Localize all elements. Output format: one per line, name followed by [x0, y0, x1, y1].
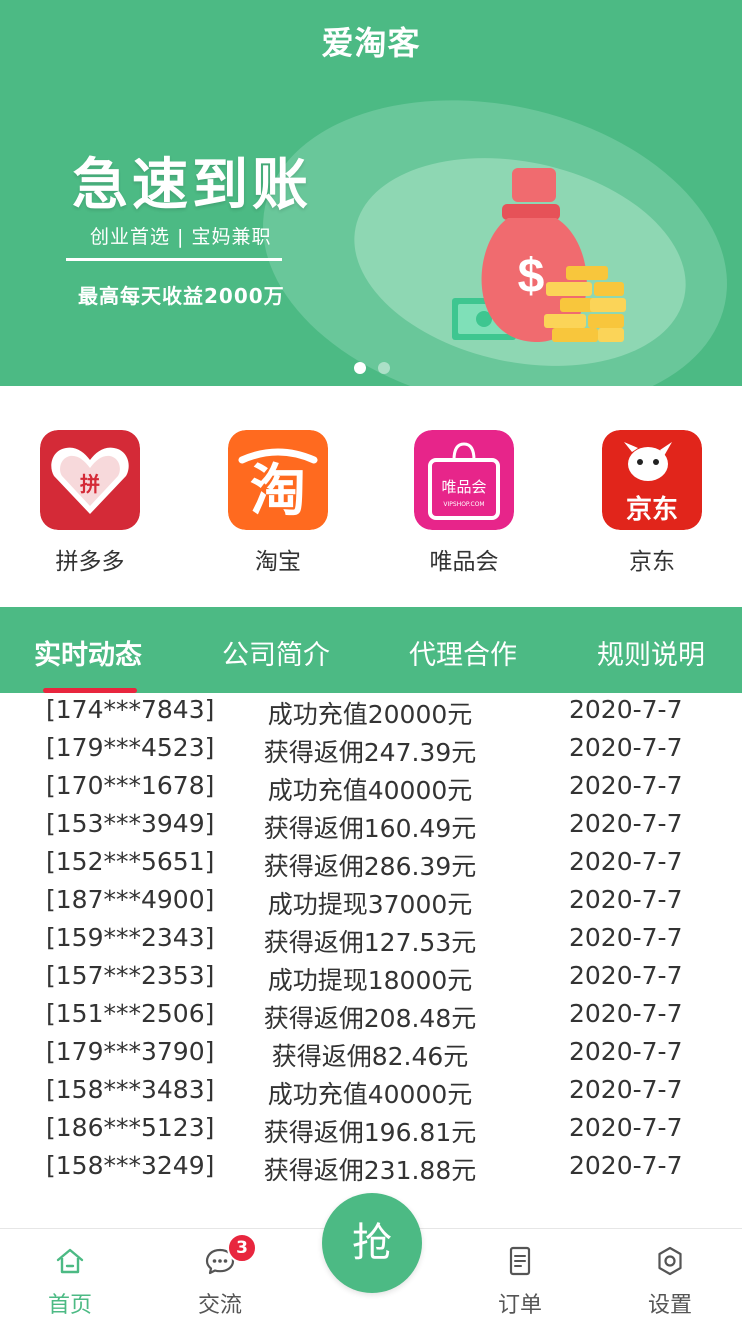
feed-action: 获得返佣127.53元 [263, 928, 477, 957]
nav-chat[interactable]: 3 交流 [160, 1229, 280, 1321]
document-icon [509, 1246, 531, 1276]
nav-orders-label: 订单 [497, 1293, 542, 1318]
feed-row: [174***7843] 成功充值20000元 2020-7-7 [0, 693, 742, 731]
feed-date: 2020-7-7 [569, 923, 683, 952]
banner-income-text: 最高每天收益2000万 [78, 284, 285, 308]
feed-action: 成功提现18000元 [267, 966, 473, 995]
tab-company-intro[interactable]: 公司简介 [222, 633, 330, 672]
banner-headline: 急速到账 [72, 153, 312, 218]
nav-orders[interactable]: 订单 [460, 1229, 580, 1321]
gear-icon [658, 1246, 682, 1276]
jd-logo: 京东 [602, 430, 702, 530]
platform-grid: 拼 拼多多 淘 淘宝 唯品会 VIPSHOP.COM 唯品会 京东 京东 [0, 386, 742, 606]
feed-phone: [187***4900] [46, 885, 215, 914]
tab-rules[interactable]: 规则说明 [597, 633, 705, 672]
feed-row: [152***5651] 获得返佣286.39元 2020-7-7 [0, 845, 742, 883]
feed-action: 成功充值20000元 [267, 700, 473, 729]
feed-action: 获得返佣160.49元 [263, 814, 477, 843]
platform-taobao[interactable]: 淘 淘宝 [208, 430, 348, 576]
chat-unread-badge: 3 [227, 1233, 257, 1263]
carousel-dot-1[interactable] [354, 362, 366, 374]
svg-text:唯品会: 唯品会 [441, 478, 486, 496]
feed-phone: [152***5651] [46, 847, 215, 876]
feed-date: 2020-7-7 [569, 1037, 683, 1066]
feed-date: 2020-7-7 [569, 733, 683, 762]
feed-phone: [179***3790] [46, 1037, 215, 1066]
info-tabs: 实时动态 公司简介 代理合作 规则说明 [0, 607, 742, 693]
feed-date: 2020-7-7 [569, 695, 683, 724]
feed-date: 2020-7-7 [569, 1075, 683, 1104]
feed-action: 获得返佣82.46元 [271, 1042, 469, 1071]
feed-row: [158***3483] 成功充值40000元 2020-7-7 [0, 1073, 742, 1111]
feed-row: [153***3949] 获得返佣160.49元 2020-7-7 [0, 807, 742, 845]
grab-order-button[interactable]: 抢 [322, 1193, 422, 1293]
banner-subline: 创业首选 | 宝妈兼职 [90, 226, 272, 248]
vipshop-logo: 唯品会 VIPSHOP.COM [414, 430, 514, 530]
feed-row: [170***1678] 成功充值40000元 2020-7-7 [0, 769, 742, 807]
platform-label: 唯品会 [429, 549, 499, 575]
platform-jd[interactable]: 京东 京东 [582, 430, 722, 576]
feed-action: 获得返佣286.39元 [263, 852, 477, 881]
feed-action: 获得返佣247.39元 [263, 738, 477, 767]
feed-date: 2020-7-7 [569, 847, 683, 876]
feed-date: 2020-7-7 [569, 1151, 683, 1180]
feed-date: 2020-7-7 [569, 999, 683, 1028]
feed-row: [159***2343] 获得返佣127.53元 2020-7-7 [0, 921, 742, 959]
feed-date: 2020-7-7 [569, 885, 683, 914]
nav-chat-label: 交流 [197, 1293, 242, 1318]
feed-row: [157***2353] 成功提现18000元 2020-7-7 [0, 959, 742, 997]
feed-row: [186***5123] 获得返佣196.81元 2020-7-7 [0, 1111, 742, 1149]
feed-action: 成功充值40000元 [267, 776, 473, 805]
feed-phone: [151***2506] [46, 999, 215, 1028]
taobao-logo: 淘 [228, 430, 328, 530]
feed-phone: [158***3249] [46, 1151, 215, 1180]
feed-action: 获得返佣231.88元 [263, 1156, 477, 1185]
platform-vipshop[interactable]: 唯品会 VIPSHOP.COM 唯品会 [394, 430, 534, 576]
feed-date: 2020-7-7 [569, 809, 683, 838]
feed-row: [179***3790] 获得返佣82.46元 2020-7-7 [0, 1035, 742, 1073]
platform-label: 淘宝 [255, 549, 301, 575]
home-icon [56, 1248, 84, 1274]
realtime-feed[interactable]: [174***7843] 成功充值20000元 2020-7-7 [179***… [0, 693, 742, 1223]
feed-action: 获得返佣208.48元 [263, 1004, 477, 1033]
banner-divider [66, 258, 282, 261]
feed-phone: [153***3949] [46, 809, 215, 838]
nav-settings[interactable]: 设置 [610, 1229, 730, 1321]
feed-action: 获得返佣196.81元 [263, 1118, 477, 1147]
feed-action: 成功充值40000元 [267, 1080, 473, 1109]
feed-phone: [174***7843] [46, 695, 215, 724]
svg-text:淘: 淘 [250, 459, 306, 524]
feed-phone: [157***2353] [46, 961, 215, 990]
feed-row: [187***4900] 成功提现37000元 2020-7-7 [0, 883, 742, 921]
feed-phone: [186***5123] [46, 1113, 215, 1142]
feed-row: [179***4523] 获得返佣247.39元 2020-7-7 [0, 731, 742, 769]
feed-action: 成功提现37000元 [267, 890, 473, 919]
feed-phone: [170***1678] [46, 771, 215, 800]
promo-banner[interactable]: $ 爱淘客 急速到账 创业首选 | 宝妈兼职 最高每天收益2000万 [0, 0, 742, 386]
feed-phone: [159***2343] [46, 923, 215, 952]
nav-home[interactable]: 首页 [10, 1229, 130, 1321]
platform-pinduoduo[interactable]: 拼 拼多多 [20, 430, 160, 576]
svg-text:拼: 拼 [80, 472, 100, 496]
feed-date: 2020-7-7 [569, 961, 683, 990]
tab-agent-partnership[interactable]: 代理合作 [409, 633, 517, 672]
feed-date: 2020-7-7 [569, 771, 683, 800]
pinduoduo-logo: 拼 [40, 430, 140, 530]
app-title: 爱淘客 [321, 24, 421, 62]
platform-label: 京东 [629, 549, 675, 575]
feed-phone: [158***3483] [46, 1075, 215, 1104]
feed-row: [151***2506] 获得返佣208.48元 2020-7-7 [0, 997, 742, 1035]
feed-phone: [179***4523] [46, 733, 215, 762]
svg-text:VIPSHOP.COM: VIPSHOP.COM [443, 501, 484, 508]
feed-row: [158***3249] 获得返佣231.88元 2020-7-7 [0, 1149, 742, 1187]
tab-realtime[interactable]: 实时动态 [34, 633, 142, 672]
feed-date: 2020-7-7 [569, 1113, 683, 1142]
platform-label: 拼多多 [55, 549, 125, 575]
svg-text:京东: 京东 [626, 494, 678, 525]
svg-text:$: $ [518, 250, 545, 303]
nav-settings-label: 设置 [647, 1293, 692, 1318]
nav-home-label: 首页 [47, 1293, 92, 1318]
carousel-dot-2[interactable] [378, 362, 390, 374]
